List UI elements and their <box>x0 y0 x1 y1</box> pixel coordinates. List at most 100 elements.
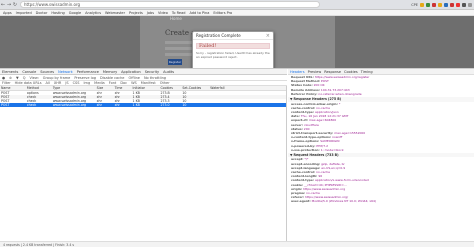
close-icon[interactable]: × <box>266 33 270 39</box>
table-row[interactable]: POST check www.swissadmin.org xhr xhr 1 KB 273… <box>0 103 286 107</box>
column-header[interactable]: Cookies <box>159 86 181 90</box>
filter-input[interactable]: Filter <box>2 81 11 85</box>
network-tool[interactable]: Q <box>23 76 26 80</box>
header-row: x-xss-protection: 1; mode=block <box>288 148 474 152</box>
bookmark-item[interactable]: Projects <box>129 11 143 15</box>
address-text: https://www.swissadmin.org <box>24 2 81 7</box>
tab-elements[interactable]: Elements <box>2 70 18 74</box>
status-summary: 4 requests | 2.4 KB transferred | Finish… <box>3 242 75 247</box>
table-cell: 273.0 <box>160 103 170 107</box>
table-cell: www.swissadmin.org <box>52 103 87 107</box>
browser-toolbar: ← → ↻ https://www.swissadmin.org CPE <box>0 0 474 10</box>
column-header[interactable]: Method <box>26 86 52 90</box>
bookmark-item[interactable]: Video <box>158 11 168 15</box>
register-button[interactable]: Register <box>168 59 182 65</box>
header-key: Referrer Policy: <box>291 91 318 96</box>
bookmark-item[interactable]: Webmaster <box>105 11 125 15</box>
column-header[interactable]: Size <box>96 86 114 90</box>
request-details: Headers Preview Response Cookies Timing Requ… <box>288 69 474 242</box>
network-tool[interactable]: Preserve log <box>74 76 96 80</box>
tab-application[interactable]: Application <box>121 70 141 74</box>
reload-icon[interactable]: ↻ <box>12 2 18 8</box>
extension-icon[interactable] <box>426 2 430 7</box>
bookmark-item[interactable]: Editors Pro <box>213 11 232 15</box>
column-header[interactable]: Name <box>0 86 26 90</box>
header-value: no-referrer-when-downgrade <box>318 91 362 96</box>
network-tool[interactable]: ● <box>2 76 5 80</box>
bookmark-item[interactable]: Add to Pina <box>189 11 209 15</box>
network-tool[interactable]: ▼ <box>16 76 19 80</box>
tab-sources[interactable]: Sources <box>40 70 54 74</box>
filter-type[interactable]: WS <box>131 81 137 85</box>
response-headers: access-control-allow-origin: * cache-cont… <box>288 102 474 152</box>
filter-type[interactable]: All <box>46 81 50 85</box>
filter-type[interactable]: Media <box>94 81 105 85</box>
address-bar[interactable]: https://www.swissadmin.org <box>20 1 320 8</box>
header-key: user-agent: <box>291 199 311 204</box>
request-headers: accept: */* accept-encoding: gzip, deflat… <box>288 157 474 203</box>
detail-tab[interactable]: Response <box>324 70 341 74</box>
tab-console[interactable]: Console <box>22 70 36 74</box>
tab-performance[interactable]: Performance <box>77 70 99 74</box>
tab-network[interactable]: Network <box>58 70 73 74</box>
bookmark-item[interactable]: Hosting <box>51 11 64 15</box>
detail-tab[interactable]: Preview <box>308 70 322 74</box>
column-header[interactable]: Initiator <box>132 86 160 90</box>
detail-tab[interactable]: Cookies <box>344 70 358 74</box>
bookmark-item[interactable]: Google <box>69 11 81 15</box>
extension-icon[interactable] <box>444 2 448 7</box>
extension-icon[interactable] <box>456 2 460 7</box>
table-cell: xhr <box>114 103 120 107</box>
registration-modal: Registration Complete × Failed! Sorry - … <box>192 31 274 68</box>
extension-icon[interactable] <box>420 2 424 7</box>
bookmark-item[interactable]: Jobs <box>147 11 154 15</box>
network-tool[interactable]: ⊘ <box>9 76 12 80</box>
filter-type[interactable]: Doc <box>120 81 127 85</box>
table-cell: POST <box>1 103 10 107</box>
header-row: Referrer Policy: no-referrer-when-downgr… <box>288 92 474 96</box>
column-header[interactable]: Time <box>114 86 132 90</box>
network-tool[interactable]: Disable cache <box>100 76 124 80</box>
extension-label: CPE <box>411 2 418 7</box>
filter-type[interactable]: Hide data URLs <box>15 81 42 85</box>
detail-tab[interactable]: Headers <box>290 70 305 74</box>
menu-icon[interactable] <box>468 2 472 7</box>
extension-icon[interactable] <box>450 2 454 7</box>
filter-type[interactable]: XHR <box>54 81 61 85</box>
page-heading: Create a <box>165 29 196 37</box>
extension-icon[interactable] <box>462 2 466 7</box>
bookmark-item[interactable]: Imported <box>16 11 32 15</box>
detail-tab[interactable]: Timing <box>361 70 373 74</box>
network-tool[interactable]: View: <box>29 76 38 80</box>
column-header[interactable]: Set-Cookies <box>181 86 209 90</box>
network-tool[interactable]: Group by frame <box>43 76 71 80</box>
modal-title: Registration Complete <box>196 33 241 38</box>
tab-security[interactable]: Security <box>145 70 159 74</box>
filter-type[interactable]: JS <box>65 81 68 85</box>
general-section: Request URL: https://www.swissadmin.org/… <box>288 75 474 96</box>
bookmark-item[interactable]: Analytics <box>85 11 101 15</box>
network-tool[interactable]: Offline <box>128 76 139 80</box>
page-nav-link[interactable]: Home <box>170 16 182 21</box>
filter-type[interactable]: Manifest <box>141 81 156 85</box>
modal-message: Sorry - registration failed, UserID has … <box>196 51 270 59</box>
filter-type[interactable]: Font <box>109 81 117 85</box>
network-tool[interactable]: No throttling <box>144 76 166 80</box>
error-alert: Failed! <box>196 43 270 49</box>
bookmark-item[interactable]: To Read <box>172 11 186 15</box>
extension-icon[interactable] <box>432 2 436 7</box>
extension-icon[interactable] <box>438 2 442 7</box>
column-header[interactable]: Type <box>52 86 96 90</box>
column-header[interactable]: Waterfall <box>209 86 286 90</box>
network-status-bar: 4 requests | 2.4 KB transferred | Finish… <box>0 241 474 247</box>
tab-audits[interactable]: Audits <box>163 70 174 74</box>
request-list: Name Method Type Size Time Initiator Cookies Se… <box>0 86 287 242</box>
bookmark-item[interactable]: Doctor <box>36 11 48 15</box>
header-value: 1; mode=block <box>320 147 344 152</box>
filter-type[interactable]: Other <box>160 81 170 85</box>
filter-type[interactable]: Img <box>84 81 91 85</box>
header-value: Mozilla/5.0 (Windows NT 10.0; Win64; x64… <box>311 199 377 204</box>
tab-memory[interactable]: Memory <box>103 70 117 74</box>
bookmark-item[interactable]: Apps <box>3 11 12 15</box>
filter-type[interactable]: CSS <box>73 81 80 85</box>
